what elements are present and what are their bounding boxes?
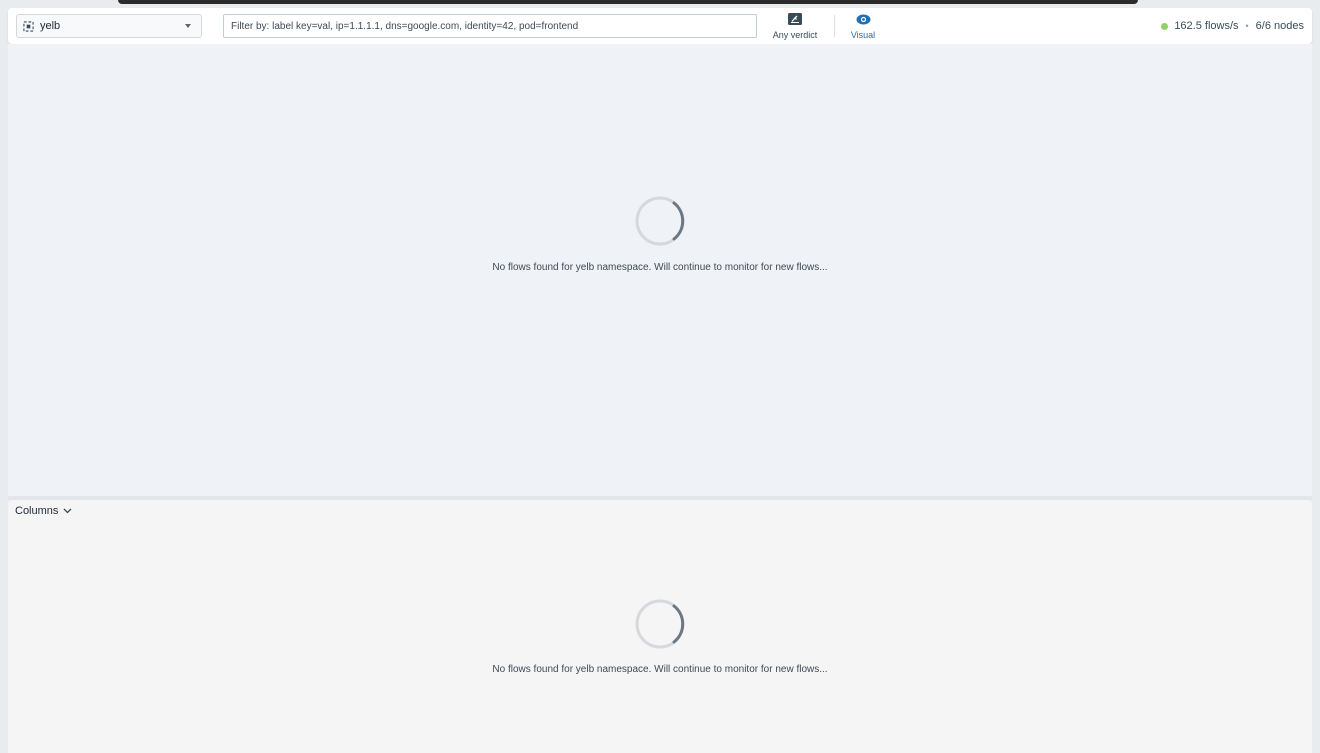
cluster-status: 162.5 flows/s • 6/6 nodes bbox=[1161, 20, 1304, 32]
service-map-panel: No flows found for yelb namespace. Will … bbox=[8, 44, 1312, 496]
toolbar-divider bbox=[834, 15, 835, 37]
namespace-icon bbox=[23, 20, 34, 32]
columns-dropdown-button[interactable]: Columns bbox=[15, 505, 72, 517]
namespace-selector-value: yelb bbox=[40, 20, 61, 32]
status-separator: • bbox=[1245, 21, 1249, 31]
window-tab-strip bbox=[118, 0, 1138, 4]
columns-label: Columns bbox=[15, 505, 59, 517]
chevron-down-icon bbox=[185, 24, 191, 28]
verdict-filter-button[interactable]: Any verdict bbox=[766, 11, 824, 41]
visual-toggle-label: Visual bbox=[850, 30, 876, 40]
flows-table-panel: Columns No flows found for yelb namespac… bbox=[8, 500, 1312, 753]
verdict-filter-label: Any verdict bbox=[772, 30, 818, 40]
verdict-icon bbox=[788, 12, 802, 26]
namespace-selector[interactable]: yelb bbox=[16, 14, 202, 38]
window-top-edge bbox=[0, 0, 1320, 6]
flows-empty-message: No flows found for yelb namespace. Will … bbox=[492, 664, 828, 675]
loading-spinner-icon bbox=[635, 196, 685, 246]
chevron-down-icon bbox=[63, 508, 72, 514]
status-indicator-icon bbox=[1161, 22, 1169, 30]
eye-icon bbox=[856, 12, 871, 26]
loading-spinner-icon bbox=[635, 599, 685, 649]
visual-toggle-button[interactable]: Visual bbox=[842, 11, 884, 41]
flows-rate: 162.5 flows/s bbox=[1174, 20, 1239, 32]
nodes-count: 6/6 nodes bbox=[1255, 20, 1304, 32]
filter-input[interactable] bbox=[223, 14, 757, 38]
map-empty-message: No flows found for yelb namespace. Will … bbox=[492, 262, 828, 273]
top-toolbar: yelb Any verdict Visual 162.5 flows/s • bbox=[8, 8, 1312, 44]
